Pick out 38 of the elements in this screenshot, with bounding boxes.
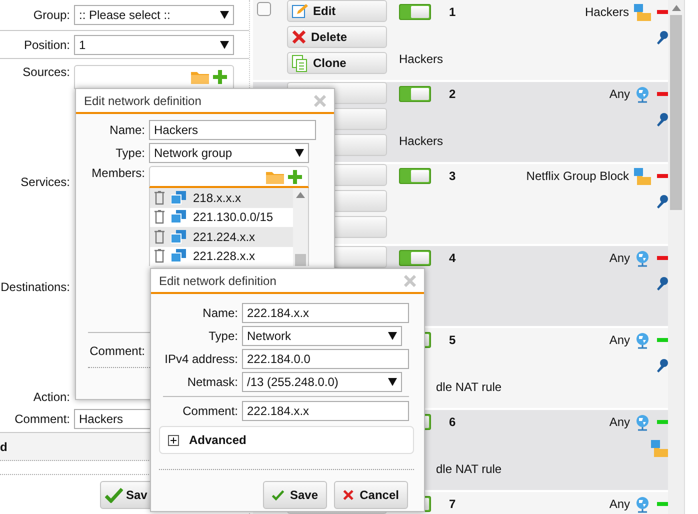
field-label: IPv4 address:	[164, 352, 238, 366]
rule-number: 5	[449, 333, 456, 347]
field-label: Destinations:	[0, 280, 70, 294]
field-label: Comment:	[14, 412, 70, 426]
rule-number: 3	[449, 169, 456, 183]
field-label: Position:	[22, 38, 70, 52]
field-label: Comment:	[182, 404, 238, 418]
field-label: Type:	[208, 329, 238, 343]
dialog-title: Edit network definition	[159, 274, 276, 288]
rule-number: 2	[449, 87, 456, 101]
rule-number: 7	[449, 497, 456, 511]
field-label: Type:	[114, 146, 145, 160]
panel-title: Advanced	[189, 433, 246, 447]
field-label: Netmask:	[186, 375, 238, 389]
source-text: Hackers	[584, 5, 629, 19]
field-label: Action:	[32, 390, 70, 404]
source-text: Netflix Group Block	[526, 169, 629, 183]
field-label: Name:	[108, 123, 145, 137]
rule-comment: Hackers	[399, 134, 444, 148]
field-label: Sources:	[22, 65, 70, 79]
field-label: Group:	[32, 8, 70, 22]
dialog-title: Edit network definition	[84, 94, 202, 108]
rule-number: 6	[449, 415, 456, 429]
rule-comment: dle NAT rule	[436, 380, 503, 394]
source-text: Any	[609, 497, 630, 511]
rule-comment: Hackers	[399, 52, 444, 66]
source-text: Any	[609, 415, 630, 429]
source-text: Any	[609, 251, 630, 265]
section-heading: d	[0, 440, 8, 454]
source-text: Any	[609, 87, 630, 101]
field-label: Comment:	[88, 344, 145, 358]
rule-comment: dle NAT rule	[436, 462, 503, 476]
field-label: Name:	[202, 306, 238, 320]
rule-number: 4	[449, 251, 456, 265]
field-label: Services:	[20, 175, 70, 189]
rule-number: 1	[449, 5, 456, 19]
source-text: Any	[609, 333, 630, 347]
field-label: Members:	[90, 166, 145, 180]
